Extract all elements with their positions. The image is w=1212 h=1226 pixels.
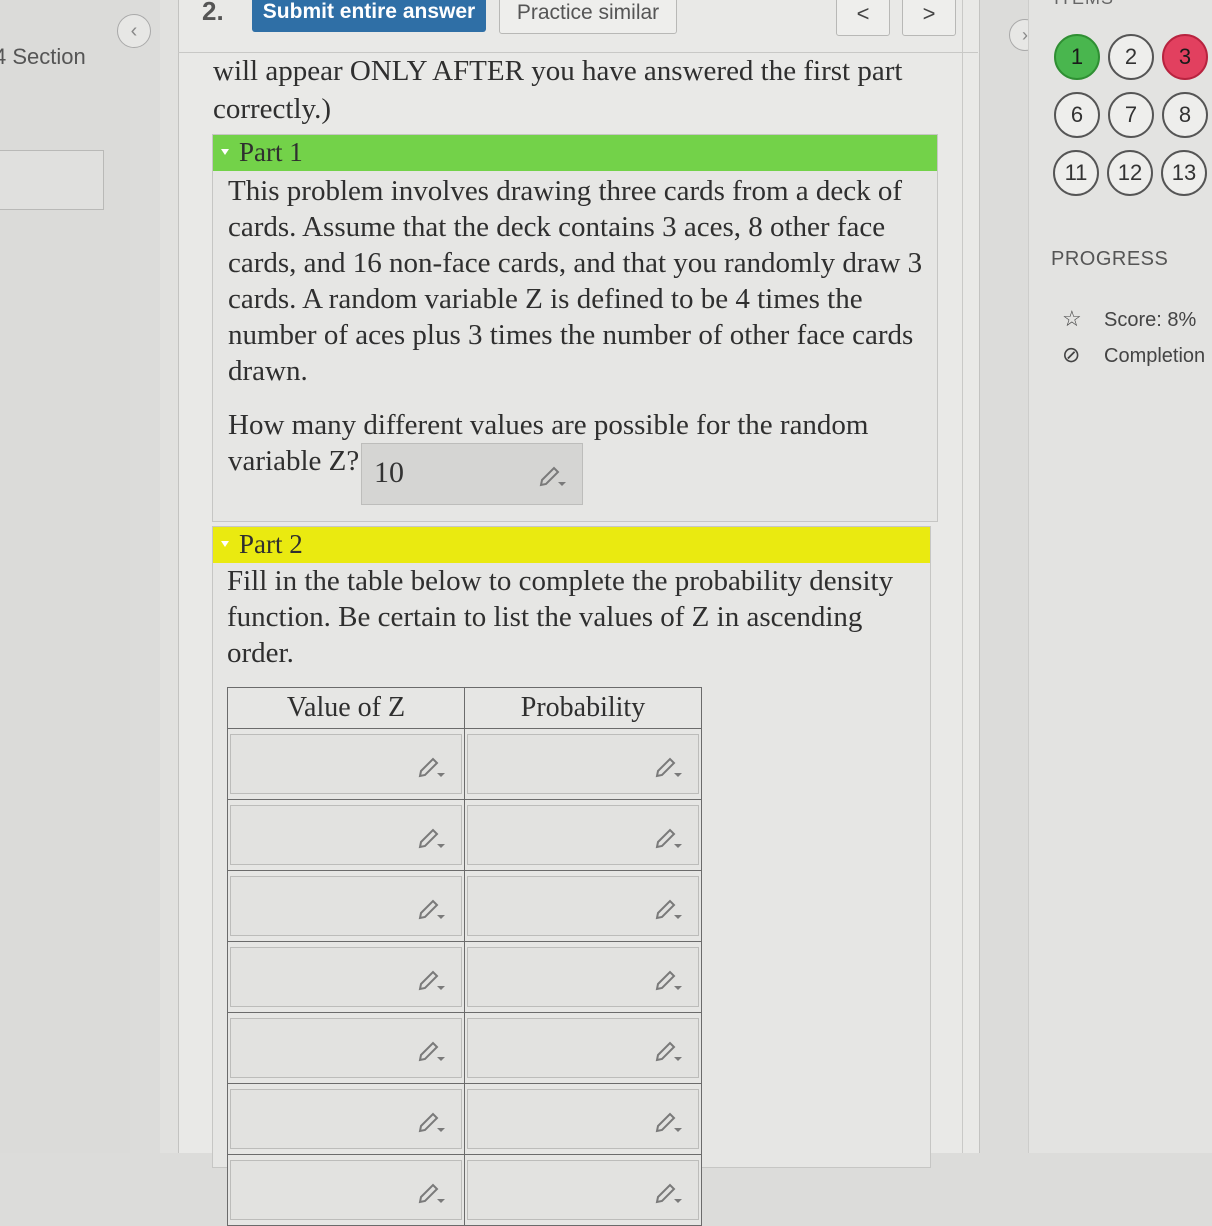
chevron-right-icon: > bbox=[922, 1, 936, 26]
table-row bbox=[227, 870, 702, 942]
table-row bbox=[227, 1012, 702, 1084]
part-1-answer-field[interactable]: 10 bbox=[361, 443, 583, 505]
items-title: ITEMS bbox=[1054, 0, 1114, 9]
probability-input[interactable] bbox=[467, 876, 699, 936]
next-question-button[interactable]: > bbox=[902, 0, 956, 36]
scrollbar-track bbox=[962, 0, 963, 1153]
table-cell bbox=[464, 1083, 702, 1155]
previous-question-button[interactable]: < bbox=[836, 0, 890, 36]
practice-similar-button[interactable]: Practice similar bbox=[499, 0, 677, 34]
pencil-icon[interactable] bbox=[417, 1037, 447, 1063]
value-of-z-input[interactable] bbox=[230, 947, 462, 1007]
score-text: Score: 8% bbox=[1104, 309, 1197, 331]
pencil-icon[interactable] bbox=[654, 966, 684, 992]
table-row bbox=[227, 1083, 702, 1155]
table-cell bbox=[464, 728, 702, 800]
question-intro: will appear ONLY AFTER you have answered… bbox=[213, 55, 903, 125]
item-button-6[interactable]: 6 bbox=[1054, 92, 1100, 138]
item-button-7[interactable]: 7 bbox=[1108, 92, 1154, 138]
item-button-2[interactable]: 2 bbox=[1108, 34, 1154, 80]
part-1-text: This problem involves drawing three card… bbox=[228, 175, 923, 387]
pencil-icon[interactable] bbox=[417, 824, 447, 850]
table-header-row: Value of Z Probability bbox=[227, 687, 702, 729]
table-row bbox=[227, 941, 702, 1013]
table-cell bbox=[227, 1012, 465, 1084]
pencil-icon[interactable] bbox=[417, 895, 447, 921]
part-1-section: Part 1 This problem involves drawing thr… bbox=[212, 134, 938, 522]
table-row bbox=[227, 728, 702, 800]
check-circle-icon: ⊘ bbox=[1062, 342, 1081, 367]
item-button-11[interactable]: 11 bbox=[1053, 150, 1099, 196]
value-of-z-input[interactable] bbox=[230, 1160, 462, 1220]
column-header-probability: Probability bbox=[464, 687, 702, 729]
chevron-left-icon: < bbox=[856, 1, 870, 26]
progress-title: PROGRESS bbox=[1051, 248, 1169, 270]
submit-entire-answer-button[interactable]: Submit entire answer bbox=[252, 0, 486, 32]
part-2-header[interactable]: Part 2 bbox=[213, 527, 930, 563]
star-icon: ☆ bbox=[1062, 306, 1082, 331]
section-label[interactable]: 4 Section bbox=[0, 44, 86, 70]
item-button-1[interactable]: 1 bbox=[1054, 34, 1100, 80]
value-of-z-input[interactable] bbox=[230, 1089, 462, 1149]
pencil-icon[interactable] bbox=[417, 753, 447, 779]
part-2-text: Fill in the table below to complete the … bbox=[227, 565, 894, 669]
completion-text: Completion bbox=[1104, 345, 1206, 367]
collapse-triangle-icon bbox=[221, 541, 229, 547]
table-cell bbox=[227, 1154, 465, 1226]
probability-input[interactable] bbox=[467, 1089, 699, 1149]
part-2-section: Part 2 Fill in the table below to comple… bbox=[212, 526, 931, 1226]
table-cell bbox=[227, 870, 465, 942]
value-of-z-input[interactable] bbox=[230, 876, 462, 936]
table-cell bbox=[227, 799, 465, 871]
completion-row: ⊘ Completion bbox=[1062, 342, 1205, 368]
pencil-icon[interactable] bbox=[417, 1108, 447, 1134]
collapse-triangle-icon bbox=[221, 149, 229, 155]
table-cell bbox=[227, 728, 465, 800]
pencil-icon[interactable] bbox=[654, 1037, 684, 1063]
part-2-title: Part 2 bbox=[239, 529, 303, 559]
probability-table: Value of Z Probability bbox=[227, 687, 702, 1226]
table-cell bbox=[227, 1083, 465, 1155]
probability-input[interactable] bbox=[467, 805, 699, 865]
part-1-title: Part 1 bbox=[239, 137, 303, 167]
value-of-z-input[interactable] bbox=[230, 734, 462, 794]
pencil-icon[interactable] bbox=[538, 462, 568, 488]
column-header-value: Value of Z bbox=[227, 687, 465, 729]
part-1-answer-value: 10 bbox=[374, 456, 404, 489]
pencil-icon[interactable] bbox=[654, 1108, 684, 1134]
probability-input[interactable] bbox=[467, 947, 699, 1007]
pencil-icon[interactable] bbox=[417, 1179, 447, 1205]
value-of-z-input[interactable] bbox=[230, 805, 462, 865]
table-cell bbox=[227, 941, 465, 1013]
probability-input[interactable] bbox=[467, 734, 699, 794]
table-row bbox=[227, 1154, 702, 1226]
table-cell bbox=[464, 870, 702, 942]
item-button-13[interactable]: 13 bbox=[1161, 150, 1207, 196]
pencil-icon[interactable] bbox=[654, 824, 684, 850]
question-number: 2. bbox=[202, 0, 224, 26]
table-row bbox=[227, 799, 702, 871]
pencil-icon[interactable] bbox=[654, 753, 684, 779]
probability-input[interactable] bbox=[467, 1018, 699, 1078]
chevron-left-icon: ‹ bbox=[130, 19, 138, 42]
pencil-icon[interactable] bbox=[654, 1179, 684, 1205]
collapse-sidebar-button[interactable]: ‹ bbox=[117, 14, 151, 48]
item-button-8[interactable]: 8 bbox=[1162, 92, 1208, 138]
value-of-z-input[interactable] bbox=[230, 1018, 462, 1078]
sidebar-box bbox=[0, 150, 104, 210]
table-cell bbox=[464, 799, 702, 871]
item-button-3[interactable]: 3 bbox=[1162, 34, 1208, 80]
score-row: ☆ Score: 8% bbox=[1062, 306, 1196, 332]
probability-input[interactable] bbox=[467, 1160, 699, 1220]
part-1-header[interactable]: Part 1 bbox=[213, 135, 937, 171]
pencil-icon[interactable] bbox=[417, 966, 447, 992]
table-cell bbox=[464, 941, 702, 1013]
item-button-12[interactable]: 12 bbox=[1107, 150, 1153, 196]
pencil-icon[interactable] bbox=[654, 895, 684, 921]
table-cell bbox=[464, 1012, 702, 1084]
table-cell bbox=[464, 1154, 702, 1226]
table-body bbox=[227, 728, 702, 1226]
